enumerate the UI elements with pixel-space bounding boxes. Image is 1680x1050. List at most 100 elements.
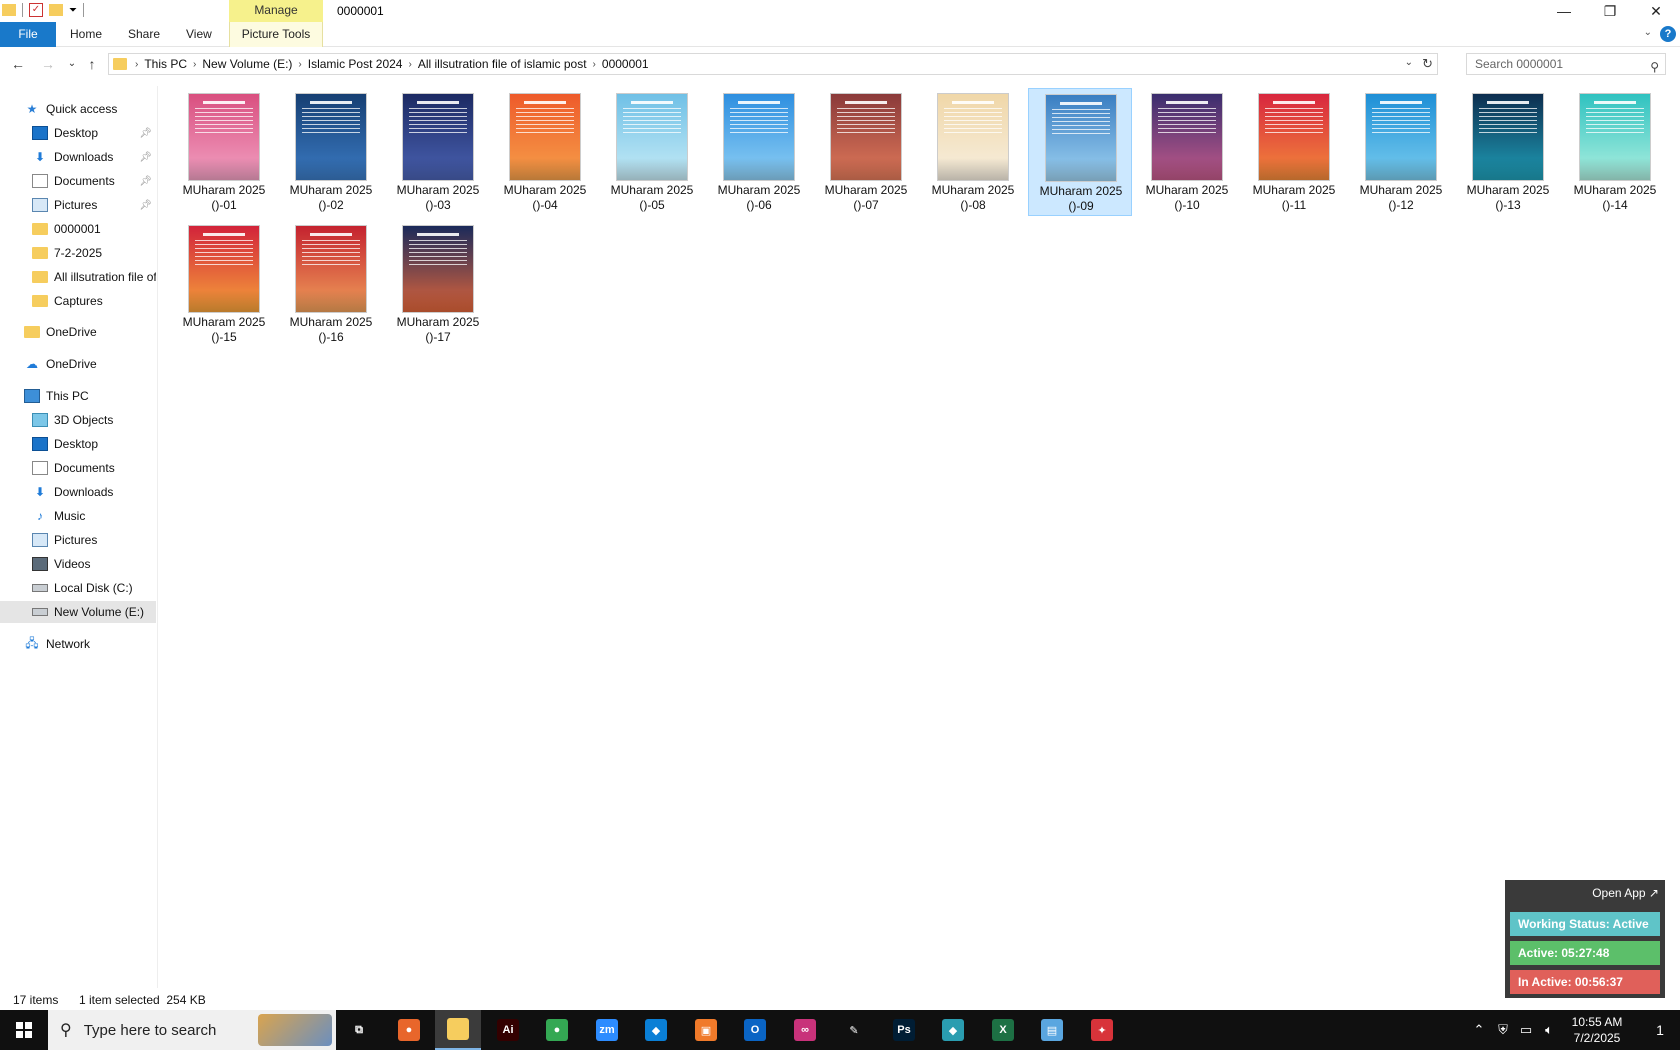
breadcrumb-new-volume[interactable]: New Volume (E:) bbox=[202, 57, 292, 71]
search-input[interactable]: Search 0000001 ⚲ bbox=[1466, 53, 1666, 75]
taskbar-app-photoshop[interactable]: Ps bbox=[881, 1010, 927, 1050]
taskbar-app-notepad[interactable]: ▤ bbox=[1029, 1010, 1075, 1050]
new-folder-icon[interactable] bbox=[49, 4, 63, 16]
file-item[interactable]: MUharam 2025 ()-17 bbox=[386, 220, 490, 348]
file-item[interactable]: MUharam 2025 ()-11 bbox=[1242, 88, 1346, 216]
sidebar-item-pc-pictures[interactable]: Pictures bbox=[0, 529, 156, 551]
file-item[interactable]: MUharam 2025 ()-10 bbox=[1135, 88, 1239, 216]
taskbar-app-illustrator[interactable]: Ai bbox=[485, 1010, 531, 1050]
sidebar-item-folder-illustration[interactable]: All illsutration file of islamic post bbox=[0, 266, 156, 288]
chevron-right-icon[interactable]: › bbox=[193, 59, 196, 70]
pin-icon: 📌︎ bbox=[139, 127, 152, 139]
sidebar-item-folder-0000001[interactable]: 0000001 bbox=[0, 218, 156, 240]
collapse-ribbon-icon[interactable]: ⌄ bbox=[1644, 27, 1652, 38]
system-clock[interactable]: 10:55 AM 7/2/2025 bbox=[1560, 1014, 1634, 1046]
manage-tab[interactable]: Manage bbox=[229, 0, 323, 22]
file-item[interactable]: MUharam 2025 ()-12 bbox=[1349, 88, 1453, 216]
sidebar-item-videos[interactable]: Videos bbox=[0, 553, 156, 575]
file-item[interactable]: MUharam 2025 ()-04 bbox=[493, 88, 597, 216]
file-item[interactable]: MUharam 2025 ()-07 bbox=[814, 88, 918, 216]
sidebar-item-music[interactable]: ♪ Music bbox=[0, 505, 156, 527]
sidebar-item-pictures[interactable]: Pictures 📌︎ bbox=[0, 194, 156, 216]
sidebar-item-folder-7-2-2025[interactable]: 7-2-2025 bbox=[0, 242, 156, 264]
sidebar-item-new-volume-e[interactable]: New Volume (E:) bbox=[0, 601, 156, 623]
taskbar-app-file-explorer[interactable] bbox=[435, 1010, 481, 1050]
file-item[interactable]: MUharam 2025 ()-05 bbox=[600, 88, 704, 216]
chevron-down-icon[interactable]: ⌄ bbox=[1405, 57, 1413, 68]
folder-icon[interactable] bbox=[2, 4, 16, 16]
chevron-right-icon[interactable]: › bbox=[593, 59, 596, 70]
sidebar-item-network[interactable]: 🖧︎ Network bbox=[0, 633, 156, 655]
breadcrumb-islamic-post[interactable]: Islamic Post 2024 bbox=[308, 57, 403, 71]
file-item[interactable]: MUharam 2025 ()-15 bbox=[172, 220, 276, 348]
security-icon[interactable]: ⛨ bbox=[1492, 1010, 1514, 1050]
sidebar-item-pc-desktop[interactable]: Desktop bbox=[0, 433, 156, 455]
refresh-icon[interactable]: ↻ bbox=[1422, 56, 1433, 72]
taskbar-app-app-teal[interactable]: ◆ bbox=[930, 1010, 976, 1050]
sidebar-item-documents[interactable]: Documents 📌︎ bbox=[0, 170, 156, 192]
sidebar-item-quick-access[interactable]: ★ Quick access bbox=[0, 98, 156, 120]
notifications-icon[interactable]: 1 bbox=[1640, 1010, 1680, 1050]
file-item[interactable]: MUharam 2025 ()-06 bbox=[707, 88, 811, 216]
open-app-button[interactable]: Open App ↗ bbox=[1592, 886, 1659, 900]
sidebar-item-3d-objects[interactable]: 3D Objects bbox=[0, 409, 156, 431]
properties-icon[interactable]: ✓ bbox=[29, 3, 43, 17]
taskbar-app-creative-cloud[interactable]: ∞ bbox=[782, 1010, 828, 1050]
file-item[interactable]: MUharam 2025 ()-16 bbox=[279, 220, 383, 348]
breadcrumb-illustration-folder[interactable]: All illsutration file of islamic post bbox=[418, 57, 587, 71]
sidebar-item-desktop[interactable]: Desktop 📌︎ bbox=[0, 122, 156, 144]
sidebar-item-this-pc[interactable]: This PC bbox=[0, 385, 156, 407]
start-button[interactable] bbox=[0, 1010, 48, 1050]
breadcrumb-this-pc[interactable]: This PC bbox=[144, 57, 187, 71]
file-item[interactable]: MUharam 2025 ()-02 bbox=[279, 88, 383, 216]
taskbar-app-firefox[interactable]: ● bbox=[386, 1010, 432, 1050]
sidebar-item-downloads[interactable]: ⬇ Downloads 📌︎ bbox=[0, 146, 156, 168]
volume-icon[interactable]: 🔈︎ bbox=[1538, 1010, 1560, 1050]
sidebar-item-onedrive-folder[interactable]: OneDrive bbox=[0, 321, 156, 343]
breadcrumb-current-folder[interactable]: 0000001 bbox=[602, 57, 649, 71]
network-status-icon[interactable]: ▭ bbox=[1514, 1010, 1538, 1050]
forward-arrow-icon[interactable]: → bbox=[38, 54, 58, 74]
file-item[interactable]: MUharam 2025 ()-01 bbox=[172, 88, 276, 216]
chevron-right-icon[interactable]: › bbox=[408, 59, 411, 70]
sidebar-item-onedrive[interactable]: ☁ OneDrive bbox=[0, 353, 156, 375]
file-item[interactable]: MUharam 2025 ()-14 bbox=[1563, 88, 1667, 216]
sidebar-item-pc-downloads[interactable]: ⬇ Downloads bbox=[0, 481, 156, 503]
tab-picture-tools[interactable]: Picture Tools bbox=[229, 22, 323, 47]
search-icon[interactable]: ⚲ bbox=[1650, 57, 1659, 77]
sidebar-item-pc-documents[interactable]: Documents bbox=[0, 457, 156, 479]
restore-button[interactable]: ❐ bbox=[1587, 0, 1633, 22]
file-item[interactable]: MUharam 2025 ()-08 bbox=[921, 88, 1025, 216]
recent-locations-icon[interactable]: ⌄ bbox=[62, 54, 82, 74]
file-item[interactable]: MUharam 2025 ()-09 bbox=[1028, 88, 1132, 216]
tab-view[interactable]: View bbox=[176, 22, 222, 47]
sidebar-item-local-disk-c[interactable]: Local Disk (C:) bbox=[0, 577, 156, 599]
taskbar-app-app-red[interactable]: ✦ bbox=[1079, 1010, 1125, 1050]
taskbar-app-zoom[interactable]: zm bbox=[584, 1010, 630, 1050]
sidebar-item-captures[interactable]: Captures bbox=[0, 290, 156, 312]
taskbar-app-excel[interactable]: X bbox=[980, 1010, 1026, 1050]
up-arrow-icon[interactable]: ↑ bbox=[82, 54, 102, 74]
back-arrow-icon[interactable]: ← bbox=[8, 54, 28, 74]
taskbar-app-pen-tool[interactable]: ✎ bbox=[831, 1010, 877, 1050]
tab-home[interactable]: Home bbox=[60, 22, 112, 47]
tab-file[interactable]: File bbox=[0, 22, 56, 47]
taskbar-app-outlook[interactable]: O bbox=[732, 1010, 778, 1050]
taskbar-app-chrome[interactable]: ● bbox=[534, 1010, 580, 1050]
taskbar-app-task-view[interactable]: ⧉ bbox=[336, 1010, 382, 1050]
taskbar-app-app-orange[interactable]: ▣ bbox=[683, 1010, 729, 1050]
help-icon[interactable]: ? bbox=[1660, 26, 1676, 42]
close-button[interactable]: ✕ bbox=[1633, 0, 1679, 22]
tab-share[interactable]: Share bbox=[118, 22, 170, 47]
customize-toolbar-icon[interactable]: ⏷ bbox=[69, 5, 77, 16]
file-item[interactable]: MUharam 2025 ()-13 bbox=[1456, 88, 1560, 216]
chevron-right-icon[interactable]: › bbox=[135, 59, 138, 70]
file-item[interactable]: MUharam 2025 ()-03 bbox=[386, 88, 490, 216]
file-name-line: MUharam 2025 bbox=[396, 315, 480, 329]
chevron-right-icon[interactable]: › bbox=[298, 59, 301, 70]
show-hidden-icons-icon[interactable]: ⌃ bbox=[1466, 1010, 1492, 1050]
address-bar[interactable]: › This PC › New Volume (E:) › Islamic Po… bbox=[108, 53, 1438, 75]
taskbar-search-box[interactable]: ⚲ Type here to search bbox=[48, 1010, 336, 1050]
taskbar-app-vscode[interactable]: ◆ bbox=[633, 1010, 679, 1050]
minimize-button[interactable]: — bbox=[1541, 0, 1587, 22]
